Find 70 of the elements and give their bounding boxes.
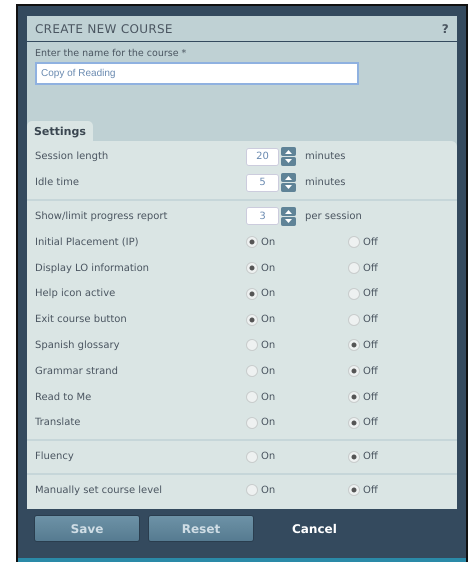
option-label: Off [363, 392, 378, 403]
radio-button[interactable] [348, 416, 360, 429]
field-label: Enter the name for the course * [35, 48, 188, 59]
course-name-field[interactable]: Copy of Reading [35, 62, 359, 85]
dialog-title: CREATE NEW COURSE [35, 22, 173, 36]
cancel-link[interactable]: Cancel [292, 522, 337, 536]
unit-label: minutes [305, 151, 346, 162]
number-field[interactable]: 3 [246, 207, 279, 226]
radio-button[interactable] [348, 484, 360, 496]
radio-button[interactable] [246, 262, 258, 274]
radio-button[interactable] [246, 416, 258, 429]
radio-button[interactable] [246, 391, 258, 404]
setting-label: Help icon active [35, 288, 116, 300]
radio-button[interactable] [246, 365, 258, 378]
setting-label: Idle time [35, 177, 80, 188]
radio-button[interactable] [246, 236, 258, 248]
setting-label: Spanish glossary [35, 340, 120, 351]
action-button[interactable]: Reset [148, 515, 254, 542]
option-label: On [261, 392, 276, 403]
number-field[interactable]: 5 [246, 174, 279, 192]
option-label: On [261, 340, 276, 351]
setting-label: Translate [35, 417, 82, 428]
radio-button[interactable] [246, 450, 258, 463]
option-label: Off [363, 366, 378, 377]
option-label: On [261, 288, 276, 300]
setting-label: Exit course button [35, 314, 128, 326]
setting-label: Initial Placement (IP) [35, 236, 140, 248]
option-label: Off [363, 314, 378, 326]
radio-button[interactable] [246, 288, 258, 300]
setting-label: Grammar strand [35, 366, 119, 377]
radio-button[interactable] [348, 339, 360, 352]
option-label: On [261, 314, 276, 326]
option-label: Off [363, 340, 378, 351]
option-label: Off [363, 451, 378, 462]
help-icon[interactable]: ? [442, 22, 449, 36]
radio-button[interactable] [348, 314, 360, 326]
radio-button[interactable] [348, 450, 360, 463]
option-label: On [261, 451, 276, 462]
radio-button[interactable] [348, 288, 360, 300]
unit-label: per session [305, 210, 362, 222]
option-label: On [261, 484, 276, 496]
action-button[interactable]: Save [34, 515, 140, 542]
setting-label: Read to Me [35, 392, 92, 403]
setting-label: Display LO information [35, 262, 150, 274]
number-field[interactable]: 20 [246, 148, 279, 166]
settings-tab[interactable]: Settings [27, 121, 93, 141]
stepper-icon[interactable] [281, 206, 296, 226]
radio-button[interactable] [246, 339, 258, 352]
option-label: On [261, 262, 276, 274]
stepper-icon[interactable] [281, 147, 296, 166]
setting-label: Show/limit progress report [35, 210, 168, 222]
setting-label: Fluency [35, 451, 75, 462]
stepper-icon[interactable] [281, 173, 296, 192]
option-label: On [261, 236, 276, 248]
radio-button[interactable] [348, 236, 360, 248]
option-label: Off [363, 417, 378, 428]
radio-button[interactable] [348, 391, 360, 404]
option-label: Off [363, 484, 378, 496]
option-label: Off [363, 262, 378, 274]
setting-label: Manually set course level [35, 484, 164, 496]
radio-button[interactable] [246, 484, 258, 496]
setting-label: Session length [35, 151, 110, 162]
radio-button[interactable] [348, 365, 360, 378]
option-label: Off [363, 288, 378, 300]
radio-button[interactable] [246, 314, 258, 326]
option-label: On [261, 366, 276, 377]
option-label: Off [363, 236, 378, 248]
unit-label: minutes [305, 177, 346, 188]
option-label: On [261, 417, 276, 428]
radio-button[interactable] [348, 262, 360, 274]
